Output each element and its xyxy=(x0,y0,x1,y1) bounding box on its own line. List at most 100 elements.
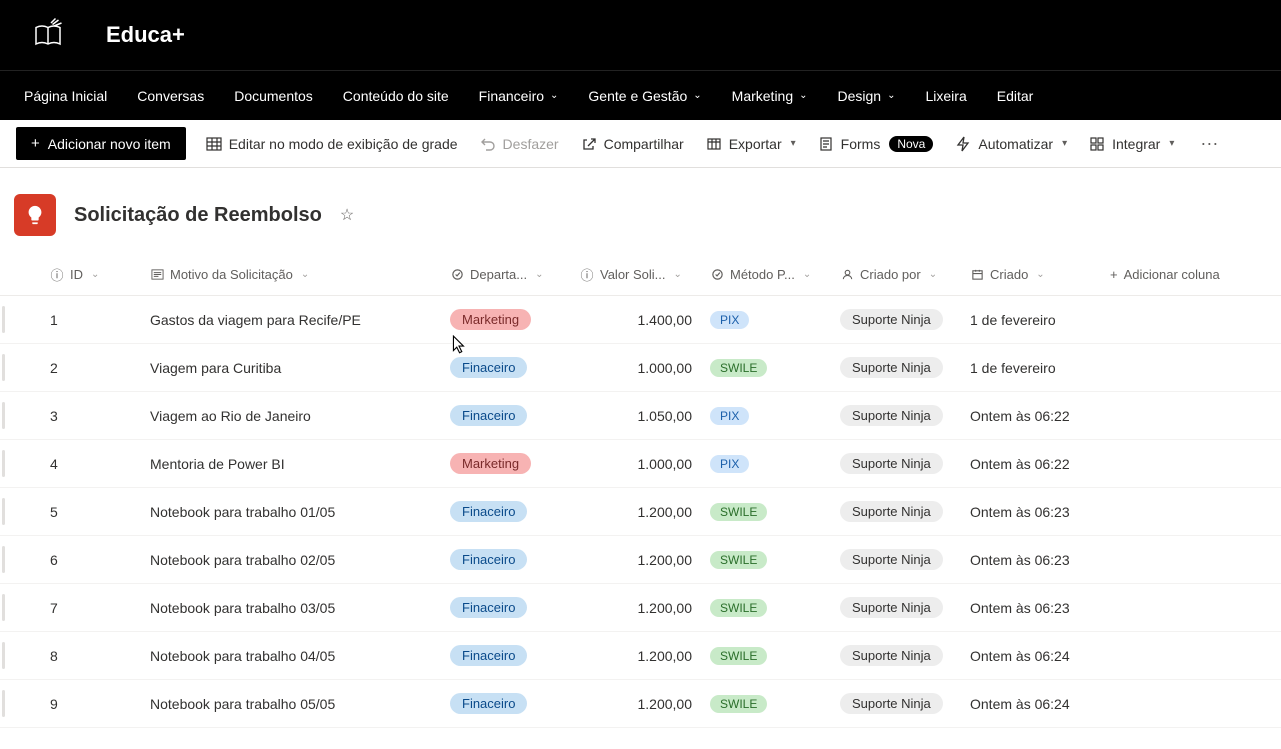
text-icon xyxy=(150,268,164,282)
chevron-down-icon: ⌄ xyxy=(887,90,895,101)
nav-item[interactable]: Editar xyxy=(997,88,1034,104)
dept-pill: Finaceiro xyxy=(450,405,527,426)
column-header-motivo[interactable]: Motivo da Solicitação ⌄ xyxy=(150,267,450,282)
metodo-pill: SWILE xyxy=(710,503,767,521)
nav-item[interactable]: Gente e Gestão⌄ xyxy=(588,88,701,104)
grid-edit-label: Editar no modo de exibição de grade xyxy=(229,136,458,152)
cell-criado: Ontem às 06:22 xyxy=(970,408,1110,424)
edit-grid-button[interactable]: Editar no modo de exibição de grade xyxy=(204,132,460,156)
nav-item[interactable]: Conteúdo do site xyxy=(343,88,449,104)
cell-valor: 1.050,00 xyxy=(580,408,710,424)
nav-label: Documentos xyxy=(234,88,313,104)
nav-label: Editar xyxy=(997,88,1034,104)
cell-metodo: SWILE xyxy=(710,551,840,569)
cell-valor: 1.000,00 xyxy=(580,456,710,472)
cell-id: 6 xyxy=(20,552,150,568)
cell-criado: Ontem às 06:23 xyxy=(970,600,1110,616)
share-button[interactable]: Compartilhar xyxy=(579,132,686,156)
integrate-label: Integrar xyxy=(1112,136,1160,152)
undo-button: Desfazer xyxy=(478,132,561,156)
user-pill: Suporte Ninja xyxy=(840,453,943,474)
add-column-button[interactable]: + Adicionar coluna xyxy=(1110,267,1250,282)
cell-valor: 1.200,00 xyxy=(580,552,710,568)
integrate-button[interactable]: Integrar ▾ xyxy=(1087,132,1176,156)
automate-button[interactable]: Automatizar ▾ xyxy=(953,132,1069,156)
data-grid: ⓘ ID ⌄ Motivo da Solicitação ⌄ Departa..… xyxy=(0,254,1281,728)
nav-label: Conversas xyxy=(137,88,204,104)
forms-button[interactable]: Forms Nova xyxy=(816,132,936,156)
table-row[interactable]: 5Notebook para trabalho 01/05Finaceiro1.… xyxy=(0,488,1281,536)
brand-name: Educa+ xyxy=(106,22,185,48)
user-pill: Suporte Ninja xyxy=(840,405,943,426)
export-button[interactable]: Exportar ▾ xyxy=(704,132,798,156)
share-icon xyxy=(581,136,597,152)
cell-criadopor: Suporte Ninja xyxy=(840,405,970,426)
cell-valor: 1.200,00 xyxy=(580,648,710,664)
nav-item[interactable]: Conversas xyxy=(137,88,204,104)
cell-criadopor: Suporte Ninja xyxy=(840,453,970,474)
cell-metodo: SWILE xyxy=(710,695,840,713)
chevron-down-icon: ⌄ xyxy=(803,269,811,280)
list-title: Solicitação de Reembolso xyxy=(74,204,322,227)
table-row[interactable]: 3Viagem ao Rio de JaneiroFinaceiro1.050,… xyxy=(0,392,1281,440)
cell-motivo: Notebook para trabalho 03/05 xyxy=(150,600,450,616)
nav-item[interactable]: Marketing⌄ xyxy=(732,88,808,104)
logo[interactable] xyxy=(30,17,66,53)
undo-label: Desfazer xyxy=(503,136,559,152)
cell-id: 1 xyxy=(20,312,150,328)
cell-dept: Marketing xyxy=(450,453,580,474)
choice-icon xyxy=(450,268,464,282)
integrate-icon xyxy=(1089,136,1105,152)
column-header-id[interactable]: ⓘ ID ⌄ xyxy=(20,267,150,282)
table-row[interactable]: 8Notebook para trabalho 04/05Finaceiro1.… xyxy=(0,632,1281,680)
book-logo-icon xyxy=(30,17,66,53)
chevron-down-icon: ⌄ xyxy=(929,269,937,280)
add-label: Adicionar novo item xyxy=(48,136,171,152)
column-header-dept[interactable]: Departa... ⌄ xyxy=(450,267,580,282)
table-row[interactable]: 2Viagem para CuritibaFinaceiro1.000,00SW… xyxy=(0,344,1281,392)
dept-pill: Finaceiro xyxy=(450,693,527,714)
cell-criado: Ontem às 06:23 xyxy=(970,552,1110,568)
cell-motivo: Mentoria de Power BI xyxy=(150,456,450,472)
table-row[interactable]: 9Notebook para trabalho 05/05Finaceiro1.… xyxy=(0,680,1281,728)
chevron-down-icon: ⌄ xyxy=(674,269,682,280)
nav-item[interactable]: Design⌄ xyxy=(838,88,896,104)
chevron-down-icon: ▾ xyxy=(1169,138,1174,149)
user-pill: Suporte Ninja xyxy=(840,693,943,714)
plus-icon: + xyxy=(31,135,40,152)
nav-label: Gente e Gestão xyxy=(588,88,687,104)
dept-pill: Finaceiro xyxy=(450,501,527,522)
column-header-criadopor[interactable]: Criado por ⌄ xyxy=(840,267,970,282)
chevron-down-icon: ⌄ xyxy=(91,269,99,280)
cell-metodo: PIX xyxy=(710,311,840,329)
nav-item[interactable]: Financeiro⌄ xyxy=(479,88,559,104)
cell-dept: Finaceiro xyxy=(450,693,580,714)
cell-valor: 1.200,00 xyxy=(580,696,710,712)
table-row[interactable]: 1Gastos da viagem para Recife/PEMarketin… xyxy=(0,296,1281,344)
column-header-criado[interactable]: Criado ⌄ xyxy=(970,267,1110,282)
cell-metodo: SWILE xyxy=(710,599,840,617)
more-actions-button[interactable]: ··· xyxy=(1194,133,1224,154)
cell-metodo: PIX xyxy=(710,455,840,473)
column-header-valor[interactable]: ⓘ Valor Soli... ⌄ xyxy=(580,267,710,282)
cell-id: 8 xyxy=(20,648,150,664)
nav-item[interactable]: Lixeira xyxy=(926,88,967,104)
table-row[interactable]: 6Notebook para trabalho 02/05Finaceiro1.… xyxy=(0,536,1281,584)
cell-criado: Ontem às 06:24 xyxy=(970,648,1110,664)
column-header-metodo[interactable]: Método P... ⌄ xyxy=(710,267,840,282)
metodo-pill: SWILE xyxy=(710,359,767,377)
add-new-item-button[interactable]: + Adicionar novo item xyxy=(16,127,186,160)
nav-item[interactable]: Documentos xyxy=(234,88,313,104)
grid-edit-icon xyxy=(206,136,222,152)
cell-motivo: Notebook para trabalho 05/05 xyxy=(150,696,450,712)
cell-id: 5 xyxy=(20,504,150,520)
favorite-star-icon[interactable]: ☆ xyxy=(340,205,354,225)
chevron-down-icon: ⌄ xyxy=(1036,269,1044,280)
cell-criadopor: Suporte Ninja xyxy=(840,597,970,618)
nav-item[interactable]: Página Inicial xyxy=(24,88,107,104)
cell-criado: Ontem às 06:22 xyxy=(970,456,1110,472)
cell-dept: Finaceiro xyxy=(450,357,580,378)
nav-label: Conteúdo do site xyxy=(343,88,449,104)
table-row[interactable]: 4Mentoria de Power BIMarketing1.000,00PI… xyxy=(0,440,1281,488)
table-row[interactable]: 7Notebook para trabalho 03/05Finaceiro1.… xyxy=(0,584,1281,632)
